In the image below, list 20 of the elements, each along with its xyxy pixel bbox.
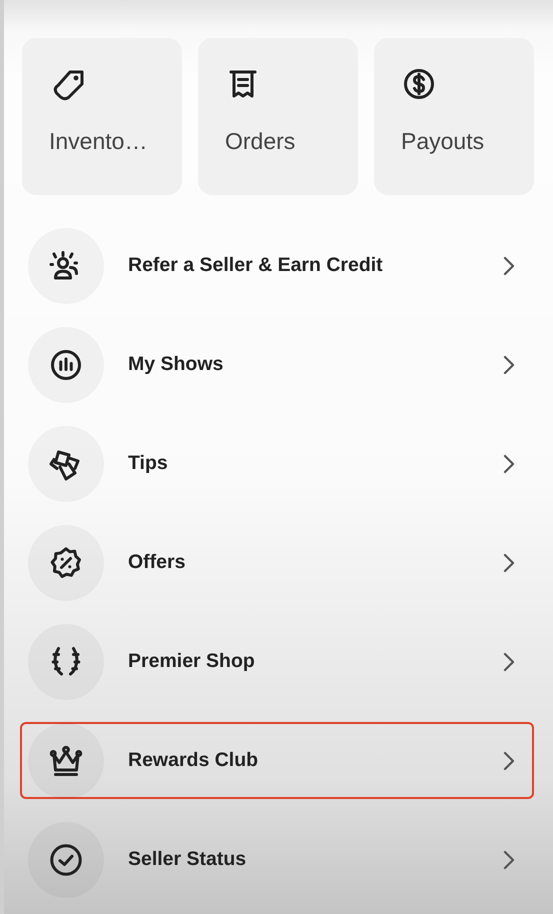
menu-item[interactable]: Offers <box>20 513 534 612</box>
menu-item[interactable]: Refer a Seller & Earn Credit <box>20 216 534 315</box>
chevron-right-icon <box>502 650 516 672</box>
chevron-right-icon <box>502 848 516 870</box>
menu-item[interactable]: My Shows <box>20 315 534 414</box>
shortcut-tile[interactable]: Invento… <box>22 38 182 195</box>
dollar-icon <box>401 66 437 102</box>
shortcut-tile[interactable]: Payouts <box>374 38 534 195</box>
menu-item[interactable]: Tips <box>20 414 534 513</box>
chevron-right-icon <box>502 254 516 276</box>
checkmark-circle-icon <box>48 842 84 878</box>
chevron-right-icon <box>502 552 516 574</box>
menu-item[interactable]: Seller Status <box>20 810 534 909</box>
chevron-right-icon <box>502 452 516 474</box>
shortcut-tile[interactable]: Orders <box>198 38 358 195</box>
chevron-right-icon <box>502 354 516 376</box>
menu-item[interactable]: Premier Shop <box>20 612 534 711</box>
menu-item[interactable]: Rewards Club <box>20 722 534 799</box>
discount-badge-icon <box>48 544 84 580</box>
chevron-right-icon <box>502 750 516 772</box>
